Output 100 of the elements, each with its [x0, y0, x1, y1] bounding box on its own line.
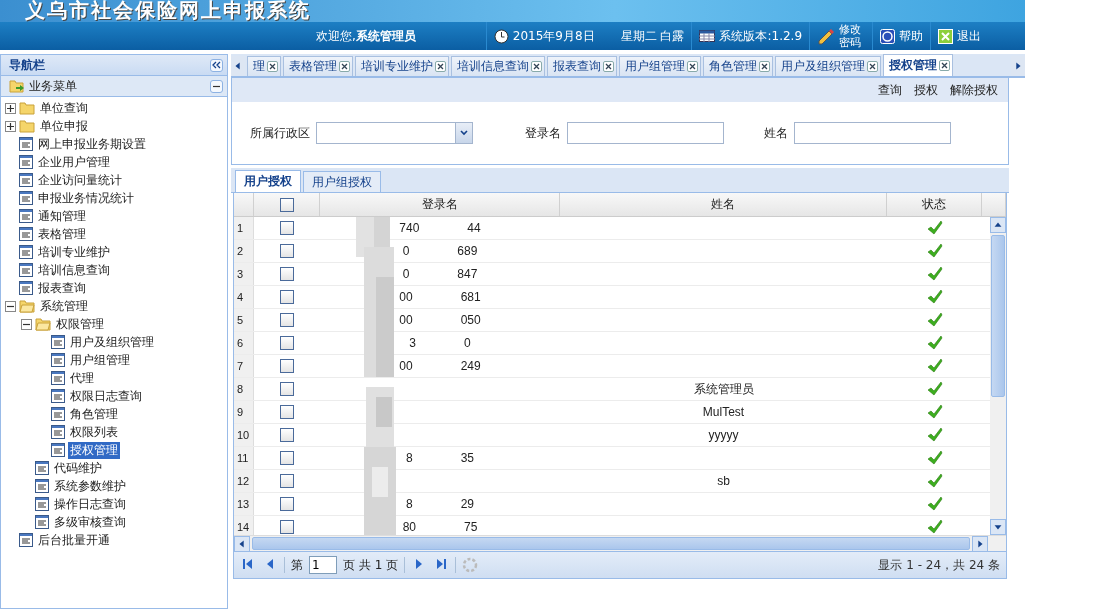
- checkbox[interactable]: [279, 197, 294, 212]
- tab[interactable]: 用户及组织管理: [775, 56, 881, 76]
- last-page-icon[interactable]: [435, 558, 448, 570]
- checkbox[interactable]: [280, 474, 294, 488]
- checkbox[interactable]: [280, 313, 294, 327]
- collapse-button[interactable]: [210, 58, 223, 72]
- toolbar-link[interactable]: 查询: [878, 81, 902, 99]
- table-cell: yyyyy: [708, 428, 739, 442]
- tree-item[interactable]: 表格管理: [36, 225, 88, 243]
- input-field[interactable]: [794, 122, 951, 144]
- tree-item[interactable]: 网上申报业务期设置: [36, 135, 148, 153]
- collapse-icon[interactable]: [21, 318, 32, 330]
- toolbar-link[interactable]: 授权: [914, 81, 938, 99]
- row-number: 3: [234, 263, 254, 285]
- checkbox[interactable]: [280, 497, 294, 511]
- table-cell: 系统管理员: [693, 380, 754, 398]
- checkbox[interactable]: [280, 267, 294, 281]
- tree-item[interactable]: 系统管理: [38, 297, 90, 315]
- tree-item[interactable]: 代理: [68, 369, 96, 387]
- close-icon[interactable]: [435, 61, 446, 72]
- tree-item[interactable]: 用户组管理: [68, 351, 132, 369]
- tree-item[interactable]: 企业访问量统计: [36, 171, 124, 189]
- header-link[interactable]: 修改密码: [839, 23, 866, 49]
- collapse-icon[interactable]: [5, 300, 16, 312]
- check-icon: [926, 313, 943, 327]
- document-icon: [51, 371, 65, 385]
- tree-item[interactable]: 报表查询: [36, 279, 88, 297]
- tree-item[interactable]: 授权管理: [68, 441, 120, 459]
- expand-icon[interactable]: [5, 102, 16, 114]
- tree-item[interactable]: 申报业务情况统计: [36, 189, 136, 207]
- document-icon: [19, 155, 33, 169]
- tab[interactable]: 用户授权: [235, 170, 301, 192]
- tab[interactable]: 用户组授权: [303, 171, 381, 192]
- checkbox[interactable]: [280, 221, 294, 235]
- row-number: 6: [234, 332, 254, 354]
- tree-item[interactable]: 单位申报: [38, 117, 90, 135]
- tab[interactable]: 授权管理: [883, 54, 953, 76]
- checkbox[interactable]: [280, 359, 294, 373]
- close-icon[interactable]: [267, 61, 278, 72]
- checkbox[interactable]: [280, 290, 294, 304]
- tree-item[interactable]: 企业用户管理: [36, 153, 112, 171]
- header-link[interactable]: 退出: [957, 27, 982, 45]
- scroll-down-icon[interactable]: [990, 519, 1006, 535]
- tree-item[interactable]: 培训信息查询: [36, 261, 112, 279]
- tab[interactable]: 角色管理: [703, 56, 773, 76]
- document-icon: [19, 533, 33, 547]
- tab[interactable]: 理: [247, 56, 281, 76]
- column-header: 状态: [887, 193, 982, 216]
- close-icon[interactable]: [603, 61, 614, 72]
- scroll-right-icon[interactable]: [972, 535, 988, 552]
- checkbox[interactable]: [280, 451, 294, 465]
- close-icon[interactable]: [939, 60, 950, 71]
- close-icon[interactable]: [339, 61, 350, 72]
- expand-icon[interactable]: [5, 120, 16, 132]
- tree-item[interactable]: 培训专业维护: [36, 243, 112, 261]
- close-icon[interactable]: [867, 61, 878, 72]
- menu-section[interactable]: 业务菜单: [29, 77, 77, 95]
- tab[interactable]: 表格管理: [283, 56, 353, 76]
- checkbox[interactable]: [280, 336, 294, 350]
- tree-item[interactable]: 单位查询: [38, 99, 90, 117]
- tree-item[interactable]: 权限列表: [68, 423, 120, 441]
- checkbox[interactable]: [280, 428, 294, 442]
- tree-item[interactable]: 权限日志查询: [68, 387, 144, 405]
- header-link[interactable]: 帮助: [899, 27, 924, 45]
- row-number: 7: [234, 355, 254, 377]
- checkbox[interactable]: [280, 520, 294, 534]
- tab[interactable]: 培训专业维护: [355, 56, 449, 76]
- scroll-left-icon[interactable]: [234, 535, 250, 552]
- page-input[interactable]: 1: [309, 556, 337, 574]
- tab[interactable]: 报表查询: [547, 56, 617, 76]
- scrollbar-thumb[interactable]: [991, 235, 1005, 397]
- input-field[interactable]: [567, 122, 724, 144]
- tree-item[interactable]: 用户及组织管理: [68, 333, 156, 351]
- tree-item[interactable]: 后台批量开通: [36, 531, 112, 549]
- close-icon[interactable]: [531, 61, 542, 72]
- tree-item[interactable]: 通知管理: [36, 207, 88, 225]
- tree-item[interactable]: 操作日志查询: [52, 495, 128, 513]
- tree-item[interactable]: 权限管理: [54, 315, 106, 333]
- checkbox[interactable]: [280, 382, 294, 396]
- scroll-up-icon[interactable]: [990, 217, 1006, 233]
- tree-item[interactable]: 多级审核查询: [52, 513, 128, 531]
- table-cell: 0: [464, 336, 471, 350]
- tab[interactable]: 用户组管理: [619, 56, 701, 76]
- tree-item[interactable]: 角色管理: [68, 405, 120, 423]
- table-cell: 00: [399, 359, 413, 373]
- scrollbar-thumb[interactable]: [252, 537, 970, 550]
- checkbox[interactable]: [280, 244, 294, 258]
- minimize-button[interactable]: [210, 79, 223, 93]
- close-icon[interactable]: [759, 61, 770, 72]
- toolbar-link[interactable]: 解除授权: [950, 81, 998, 99]
- checkbox[interactable]: [280, 405, 294, 419]
- tree-item[interactable]: 系统参数维护: [52, 477, 128, 495]
- folder-icon: [19, 101, 35, 115]
- tab[interactable]: 培训信息查询: [451, 56, 545, 76]
- tree-item[interactable]: 代码维护: [52, 459, 104, 477]
- check-icon: [926, 267, 943, 281]
- first-page-icon[interactable]: [242, 558, 254, 570]
- column-header: 姓名: [560, 193, 887, 216]
- table-cell: 050: [460, 313, 481, 327]
- close-icon[interactable]: [687, 61, 698, 72]
